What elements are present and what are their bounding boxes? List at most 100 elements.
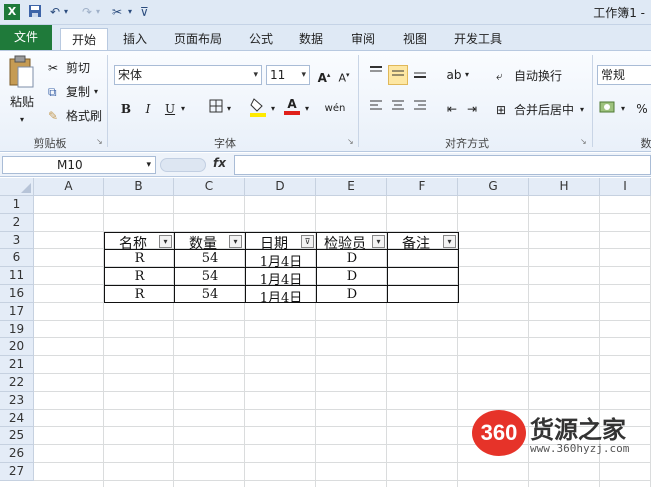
- tab-insert[interactable]: 插入: [116, 28, 154, 50]
- tab-data[interactable]: 数据: [292, 28, 330, 50]
- filter-dropdown-icon[interactable]: ▾: [443, 235, 456, 248]
- increase-indent-icon[interactable]: ⇥: [462, 99, 482, 119]
- tab-home[interactable]: 开始: [60, 28, 108, 50]
- underline-dropdown-icon[interactable]: ▾: [178, 99, 188, 119]
- align-top-icon[interactable]: [366, 65, 386, 85]
- align-center-icon[interactable]: [388, 99, 408, 119]
- copy-button[interactable]: 复制: [66, 83, 90, 101]
- cut-button[interactable]: 剪切: [66, 59, 90, 77]
- select-all-corner[interactable]: [0, 178, 34, 196]
- decrease-indent-icon[interactable]: ⇤: [442, 99, 462, 119]
- row-header[interactable]: 22: [0, 374, 34, 392]
- align-middle-icon[interactable]: [388, 65, 408, 85]
- table-header-cell[interactable]: 检验员: [317, 233, 373, 253]
- row-header[interactable]: 26: [0, 445, 34, 463]
- format-painter-icon[interactable]: ✎: [48, 107, 58, 125]
- save-icon[interactable]: [28, 4, 42, 20]
- insert-function-icon[interactable]: fx: [213, 156, 226, 170]
- alignment-launcher-icon[interactable]: ↘: [580, 137, 587, 146]
- tab-file[interactable]: 文件: [0, 25, 52, 50]
- filter-dropdown-icon[interactable]: ▾: [372, 235, 385, 248]
- undo-dropdown-icon[interactable]: ▾: [64, 4, 68, 20]
- table-header-cell[interactable]: 日期: [246, 233, 302, 253]
- table-cell[interactable]: R: [105, 251, 174, 266]
- grow-font-icon[interactable]: A▴: [314, 65, 334, 85]
- column-header[interactable]: D: [245, 178, 316, 196]
- table-cell[interactable]: D: [317, 287, 387, 302]
- redo-dropdown-icon[interactable]: ▾: [96, 4, 100, 20]
- row-header[interactable]: 24: [0, 409, 34, 428]
- table-cell[interactable]: D: [317, 269, 387, 284]
- paste-icon[interactable]: [6, 55, 36, 91]
- tab-view[interactable]: 视图: [396, 28, 434, 50]
- row-header[interactable]: 23: [0, 391, 34, 410]
- format-painter-button[interactable]: 格式刷: [66, 107, 102, 125]
- table-header-cell[interactable]: 备注: [388, 233, 444, 253]
- borders-dropdown-icon[interactable]: ▾: [224, 99, 234, 119]
- fill-color-dropdown-icon[interactable]: ▾: [268, 99, 278, 119]
- row-header[interactable]: 6: [0, 249, 34, 268]
- table-cell[interactable]: 54: [175, 269, 245, 284]
- underline-button[interactable]: U: [160, 99, 180, 119]
- tab-developer[interactable]: 开发工具: [446, 28, 510, 50]
- cut-icon[interactable]: ✂: [48, 59, 58, 77]
- column-header[interactable]: G: [458, 178, 529, 196]
- redo-icon[interactable]: ↷: [82, 4, 92, 20]
- row-header[interactable]: 11: [0, 267, 34, 285]
- wrap-text-icon[interactable]: ⤶: [496, 67, 503, 85]
- row-header[interactable]: 21: [0, 356, 34, 374]
- column-header[interactable]: H: [529, 178, 600, 196]
- tab-review[interactable]: 审阅: [344, 28, 382, 50]
- formula-bar-grip[interactable]: [160, 158, 206, 172]
- font-name-combo[interactable]: 宋体 ▾: [114, 65, 262, 85]
- accounting-dropdown-icon[interactable]: ▾: [618, 99, 628, 119]
- italic-button[interactable]: I: [138, 99, 158, 119]
- align-left-icon[interactable]: [366, 99, 386, 119]
- accounting-format-icon[interactable]: [598, 99, 618, 119]
- column-header[interactable]: A: [34, 178, 104, 196]
- copy-icon[interactable]: ⧉: [48, 83, 57, 101]
- font-launcher-icon[interactable]: ↘: [347, 137, 354, 146]
- row-header[interactable]: 1: [0, 196, 34, 214]
- phonetic-guide-icon[interactable]: wén: [322, 99, 348, 119]
- table-cell[interactable]: D: [317, 251, 387, 266]
- wrap-text-button[interactable]: 自动换行: [514, 67, 562, 85]
- align-bottom-icon[interactable]: [410, 65, 430, 85]
- table-cell[interactable]: R: [105, 287, 174, 302]
- merge-dropdown-icon[interactable]: ▾: [580, 101, 584, 119]
- merge-center-icon[interactable]: ⊞: [496, 101, 506, 119]
- row-header[interactable]: 27: [0, 463, 34, 481]
- undo-icon[interactable]: ↶: [50, 4, 60, 20]
- bold-button[interactable]: B: [116, 99, 136, 119]
- clipboard-launcher-icon[interactable]: ↘: [96, 137, 103, 146]
- customize-toolbar-icon[interactable]: ⊽: [140, 4, 149, 20]
- copy-dropdown-icon[interactable]: ▾: [94, 83, 98, 101]
- column-header[interactable]: B: [104, 178, 174, 196]
- paste-button[interactable]: 粘贴: [10, 93, 34, 111]
- align-right-icon[interactable]: [410, 99, 430, 119]
- percent-button[interactable]: %: [632, 99, 651, 119]
- filter-active-icon[interactable]: ⊽: [301, 235, 314, 248]
- column-header[interactable]: I: [600, 178, 651, 196]
- font-size-combo[interactable]: 11 ▾: [266, 65, 310, 85]
- number-format-combo[interactable]: 常规: [597, 65, 651, 85]
- row-header[interactable]: 2: [0, 213, 34, 232]
- merge-center-button[interactable]: 合并后居中: [514, 101, 574, 119]
- tab-formulas[interactable]: 公式: [242, 28, 280, 50]
- font-color-dropdown-icon[interactable]: ▾: [302, 99, 312, 119]
- column-header[interactable]: E: [316, 178, 387, 196]
- paste-dropdown-icon[interactable]: ▾: [20, 111, 24, 129]
- filter-dropdown-icon[interactable]: ▾: [229, 235, 242, 248]
- table-cell[interactable]: 54: [175, 287, 245, 302]
- table-cell[interactable]: 54: [175, 251, 245, 266]
- orientation-dropdown-icon[interactable]: ▾: [462, 65, 472, 85]
- row-header[interactable]: 19: [0, 320, 34, 339]
- table-header-cell[interactable]: 数量: [175, 233, 231, 253]
- table-cell[interactable]: R: [105, 269, 174, 284]
- table-cell[interactable]: 1月4日: [246, 251, 316, 270]
- row-header[interactable]: 17: [0, 302, 34, 321]
- table-cell[interactable]: 1月4日: [246, 269, 316, 288]
- font-color-icon[interactable]: A: [282, 97, 302, 117]
- shrink-font-icon[interactable]: A▾: [334, 65, 354, 85]
- tools-icon[interactable]: ✂: [112, 4, 122, 20]
